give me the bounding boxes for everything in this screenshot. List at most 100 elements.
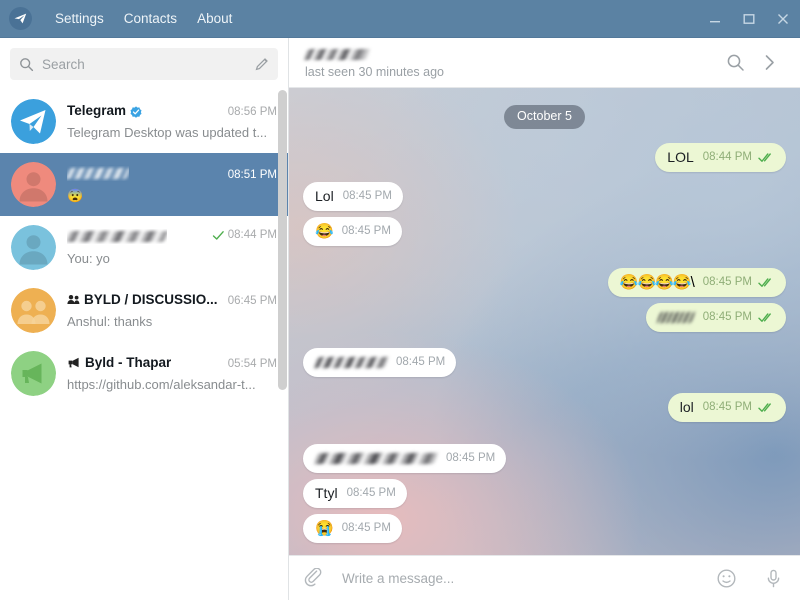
chat-item-preview: https://github.com/aleksandar-t... [67, 376, 256, 392]
verified-badge-icon [130, 106, 142, 118]
message-text: Lol [315, 188, 334, 204]
message-timestamp: 08:45 PM [702, 276, 752, 288]
redacted-text [67, 231, 167, 243]
telegram-desktop-window: Settings Contacts About Search Telegram … [0, 0, 800, 600]
double-check-icon [758, 312, 775, 323]
chat-item-preview: 😨 [67, 187, 84, 203]
chat-item-preview: Anshul: thanks [67, 313, 153, 329]
incoming-message-bubble[interactable]: 08:45 PM [303, 444, 507, 473]
incoming-message-bubble[interactable]: Ttyl 08:45 PM [303, 479, 407, 508]
incoming-message-bubble[interactable]: 😂 08:45 PM [303, 217, 402, 246]
chat-item-time: 08:56 PM [227, 105, 277, 118]
date-divider-row: October 5 [303, 105, 786, 129]
message-timestamp: 08:45 PM [341, 225, 391, 237]
incoming-message-bubble[interactable]: 08:45 PM [303, 348, 457, 377]
minimize-button[interactable] [698, 0, 732, 38]
chat-item-texts: Byld - Thapar 05:54 PM https://github.com/… [67, 355, 277, 393]
chat-list[interactable]: Telegram 08:56 PM Telegram Desktop was upd… [0, 90, 288, 600]
chat-item-header: BYLD / DISCUSSIO... 06:45 PM [67, 292, 277, 311]
chat-item-header: 08:51 PM [67, 166, 277, 185]
avatar [11, 99, 56, 144]
chat-item-name-redacted [67, 166, 129, 181]
chat-header-titles: last seen 30 minutes ago [303, 46, 718, 80]
double-check-icon [758, 277, 775, 288]
chat-pane: last seen 30 minutes ago October 5 LOL 08:… [289, 38, 800, 600]
redacted-message-text [313, 453, 439, 464]
chat-sidebar: Telegram 08:56 PM Telegram Desktop was upd… [0, 38, 289, 600]
message-timestamp: 08:45 PM [341, 522, 391, 534]
chat-item-time: 08:44 PM [204, 229, 277, 241]
double-check-icon [758, 402, 775, 413]
double-check-icon [758, 152, 775, 163]
message-timestamp: 08:45 PM [396, 356, 446, 368]
incoming-message-bubble[interactable]: Lol 08:45 PM [303, 182, 403, 211]
composer-actions [716, 568, 784, 589]
message-text: LOL [667, 149, 694, 165]
chat-item-name: Telegram [67, 102, 127, 118]
outgoing-message-bubble[interactable]: lol 08:45 PM [667, 393, 786, 422]
avatar [11, 225, 56, 270]
chat-item-header: Telegram 08:56 PM [67, 103, 277, 122]
menu-about[interactable]: About [187, 7, 242, 31]
pencil-icon[interactable] [250, 56, 270, 72]
menu-contacts[interactable]: Contacts [114, 7, 187, 31]
search-icon [19, 57, 34, 72]
message-row: 08:45 PM [303, 444, 786, 473]
message-list[interactable]: October 5 LOL 08:44 PM Lol 08:45 PM 😂 08:45 PM… [289, 88, 800, 555]
search-input[interactable] [42, 56, 250, 72]
chat-item-texts: Telegram 08:56 PM Telegram Desktop was upd… [67, 103, 277, 141]
chat-list-item[interactable]: Telegram 08:56 PM Telegram Desktop was upd… [0, 90, 288, 153]
message-row: lol 08:45 PM [303, 393, 786, 422]
message-row: 08:45 PM [303, 303, 786, 332]
sidebar-scrollbar[interactable] [278, 90, 287, 390]
message-timestamp: 08:44 PM [702, 151, 752, 163]
chat-title-redacted [303, 48, 371, 60]
message-text: Ttyl [315, 485, 338, 501]
outgoing-message-bubble[interactable]: 😂😂😂😂\ 08:45 PM [607, 268, 786, 297]
megaphone-icon [67, 357, 81, 368]
chat-item-texts: 08:51 PM 😨 [67, 166, 277, 204]
message-timestamp: 08:45 PM [342, 190, 392, 202]
outgoing-message-bubble[interactable]: 08:45 PM [645, 303, 786, 332]
chat-item-time: 05:54 PM [227, 357, 277, 370]
message-row: 😂 08:45 PM [303, 217, 786, 246]
maximize-button[interactable] [732, 0, 766, 38]
chat-status: last seen 30 minutes ago [305, 64, 444, 79]
incoming-message-bubble[interactable]: 😭 08:45 PM [303, 514, 402, 543]
message-row: 😂😂😂😂\ 08:45 PM [303, 268, 786, 297]
redacted-message-text [313, 357, 389, 368]
search-box[interactable] [10, 48, 278, 80]
avatar [11, 162, 56, 207]
smiley-icon[interactable] [716, 568, 737, 589]
chat-list-item[interactable]: Byld - Thapar 05:54 PM https://github.com/… [0, 342, 288, 405]
main-body: Telegram 08:56 PM Telegram Desktop was upd… [0, 38, 800, 600]
microphone-icon[interactable] [763, 568, 784, 589]
chat-item-time: 06:45 PM [227, 294, 277, 307]
message-composer [289, 555, 800, 600]
chat-item-preview: Telegram Desktop was updated t... [67, 124, 268, 140]
chat-list-item[interactable]: 08:44 PM You: yo [0, 216, 288, 279]
telegram-logo-icon [9, 7, 32, 30]
message-row: 😭 08:45 PM [303, 514, 786, 543]
window-controls [698, 0, 800, 38]
message-timestamp: 08:45 PM [702, 401, 752, 413]
chat-list-item[interactable]: 08:51 PM 😨 [0, 153, 288, 216]
chat-search-icon[interactable] [718, 46, 752, 80]
chevron-right-icon[interactable] [752, 46, 786, 80]
outgoing-message-bubble[interactable]: LOL 08:44 PM [655, 143, 786, 172]
avatar [11, 351, 56, 396]
close-button[interactable] [766, 0, 800, 38]
search-bar [0, 38, 288, 90]
chat-item-header: 08:44 PM [67, 229, 277, 248]
message-input[interactable] [342, 570, 704, 586]
menu-settings[interactable]: Settings [45, 7, 114, 31]
message-row: 08:45 PM [303, 348, 786, 377]
message-row: LOL 08:44 PM [303, 143, 786, 172]
title-bar: Settings Contacts About [0, 0, 800, 38]
chat-list-item[interactable]: BYLD / DISCUSSIO... 06:45 PM Anshul: thank… [0, 279, 288, 342]
message-text: 😂😂😂😂\ [619, 274, 695, 291]
date-divider: October 5 [504, 105, 585, 129]
paperclip-icon[interactable] [303, 567, 324, 589]
group-icon [67, 294, 80, 305]
avatar [11, 288, 56, 333]
